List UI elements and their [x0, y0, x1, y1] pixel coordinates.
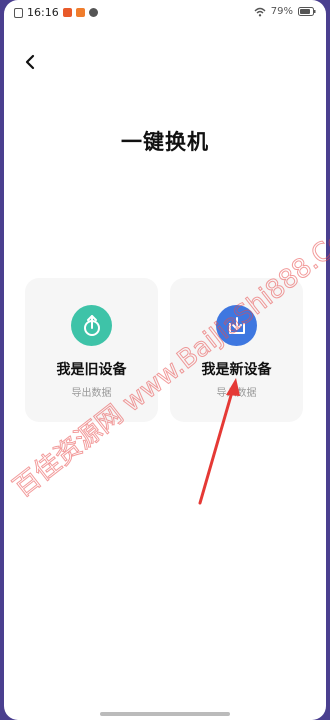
- status-left: 16:16: [14, 6, 98, 19]
- export-data-icon: [83, 314, 100, 336]
- battery-icon: [298, 7, 316, 16]
- new-device-label: 我是新设备: [201, 362, 272, 378]
- wifi-icon: [254, 7, 266, 16]
- chevron-left-icon: [25, 54, 35, 70]
- new-device-sub: 导入数据: [216, 388, 257, 399]
- page-title: 一键换机: [121, 130, 209, 154]
- help-icon: [88, 8, 98, 17]
- back-button[interactable]: [18, 50, 42, 74]
- app-notification-icon: [62, 8, 72, 17]
- home-indicator[interactable]: [100, 712, 230, 716]
- new-device-card[interactable]: 我是新设备 导入数据: [170, 278, 303, 422]
- old-device-icon-bg: [71, 305, 112, 346]
- status-time: 16:16: [27, 6, 59, 19]
- phone-screen: 16:16 79% 一键换机 我是旧设备 导出数据 我是新设备 导入数据: [4, 0, 326, 720]
- app-notification-icon-2: [75, 8, 85, 17]
- battery-percent: 79%: [270, 6, 293, 17]
- new-device-icon-bg: [216, 305, 257, 346]
- old-device-card[interactable]: 我是旧设备 导出数据: [25, 278, 158, 422]
- old-device-label: 我是旧设备: [56, 362, 127, 378]
- sim-icon: [14, 7, 23, 18]
- old-device-sub: 导出数据: [71, 388, 112, 399]
- status-bar: 16:16 79%: [4, 0, 326, 26]
- import-data-icon: [228, 316, 245, 334]
- status-right: 79%: [254, 6, 316, 17]
